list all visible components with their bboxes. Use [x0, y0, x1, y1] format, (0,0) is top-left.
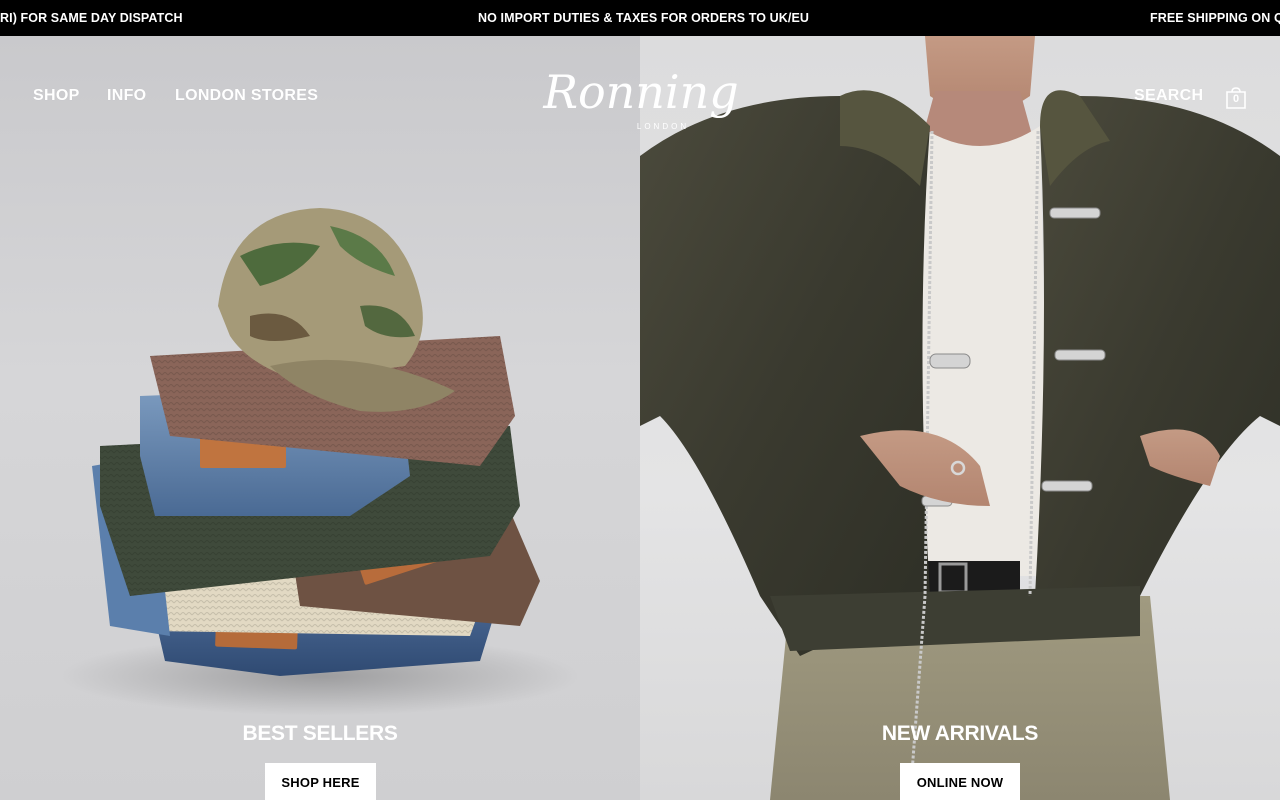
svg-text:LONDON: LONDON [637, 122, 689, 131]
ronning-logo[interactable]: Ronning LONDON [536, 58, 746, 138]
nav-london-stores-link[interactable]: LONDON STORES [175, 87, 318, 105]
announcement-bar: RI) FOR SAME DAY DISPATCH NO IMPORT DUTI… [0, 0, 1280, 36]
header-nav: SHOP INFO LONDON STORES Ronning LONDON S… [0, 36, 1280, 156]
nav-shop-link[interactable]: SHOP [33, 87, 80, 105]
announcement-text-center: NO IMPORT DUTIES & TAXES FOR ORDERS TO U… [478, 11, 810, 25]
best-sellers-title: BEST SELLERS [242, 722, 398, 745]
cart-icon[interactable]: 0 [1224, 86, 1248, 110]
shop-here-button[interactable]: SHOP HERE [265, 763, 376, 800]
search-link[interactable]: SEARCH [1134, 87, 1203, 105]
nav-info-link[interactable]: INFO [107, 87, 146, 105]
announcement-text-right: FREE SHIPPING ON QU [1150, 11, 1280, 25]
new-arrivals-title: NEW ARRIVALS [881, 722, 1039, 745]
svg-text:Ronning: Ronning [542, 65, 738, 119]
announcement-text-left: RI) FOR SAME DAY DISPATCH [0, 11, 183, 25]
online-now-button[interactable]: ONLINE NOW [900, 763, 1020, 800]
cart-count: 0 [1232, 93, 1240, 105]
